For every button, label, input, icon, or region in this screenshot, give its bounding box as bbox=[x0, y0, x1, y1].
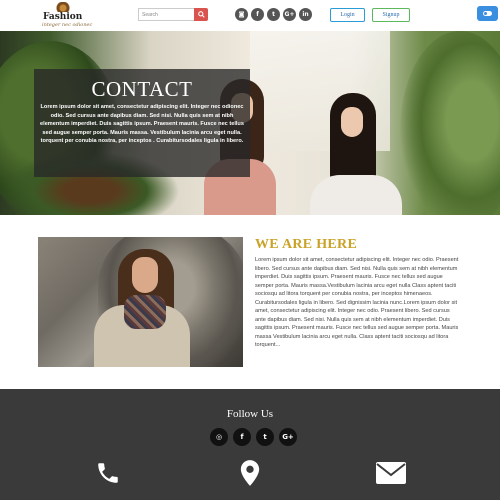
logo-name: Fashion bbox=[43, 12, 83, 22]
hero-plant-right bbox=[400, 31, 500, 215]
search-button[interactable] bbox=[194, 8, 208, 21]
google-plus-icon[interactable]: G+ bbox=[283, 8, 296, 21]
contact-overlay: CONTACT Lorem ipsum dolor sit amet, cons… bbox=[34, 69, 250, 177]
search-icon bbox=[197, 11, 205, 18]
logo-tagline: integer nec odionec bbox=[42, 22, 93, 28]
about-paragraph: Lorem ipsum dolor sit amet, consectetur … bbox=[255, 257, 459, 348]
twitter-icon[interactable]: t bbox=[267, 8, 280, 21]
page-title: CONTACT bbox=[91, 77, 193, 101]
search-bar bbox=[138, 8, 209, 21]
twitter-icon[interactable]: t bbox=[256, 428, 274, 446]
login-button[interactable]: Login bbox=[330, 8, 365, 22]
about-heading: WE ARE HERE bbox=[255, 237, 358, 252]
hero-person-right bbox=[300, 93, 408, 215]
map-pin-icon bbox=[236, 459, 264, 487]
instagram-icon[interactable]: ◎ bbox=[210, 428, 228, 446]
facebook-icon[interactable]: f bbox=[251, 8, 264, 21]
site-header: Fashion integer nec odionec ◙ f t G+ in … bbox=[0, 0, 500, 30]
about-photo bbox=[38, 237, 243, 367]
search-input[interactable] bbox=[138, 8, 195, 21]
toggle-icon bbox=[483, 11, 492, 16]
linkedin-icon[interactable]: in bbox=[299, 8, 312, 21]
phone-icon bbox=[94, 459, 122, 487]
signup-button[interactable]: Signup bbox=[372, 8, 410, 22]
footer-social-links: ◎ f t G+ bbox=[210, 428, 297, 446]
logo-art-icon bbox=[54, 2, 72, 12]
facebook-icon[interactable]: f bbox=[233, 428, 251, 446]
logo[interactable]: Fashion integer nec odionec bbox=[40, 2, 92, 28]
rss-icon[interactable]: ◙ bbox=[235, 8, 248, 21]
google-plus-icon[interactable]: G+ bbox=[279, 428, 297, 446]
hero-description: Lorem ipsum dolor sit amet, consectetur … bbox=[40, 104, 244, 144]
header-social-links: ◙ f t G+ in bbox=[235, 8, 312, 21]
follow-us-heading: Follow Us bbox=[226, 408, 274, 420]
menu-toggle-button[interactable] bbox=[477, 6, 498, 21]
site-footer: Follow Us ◎ f t G+ bbox=[0, 389, 500, 500]
envelope-icon bbox=[375, 459, 407, 487]
